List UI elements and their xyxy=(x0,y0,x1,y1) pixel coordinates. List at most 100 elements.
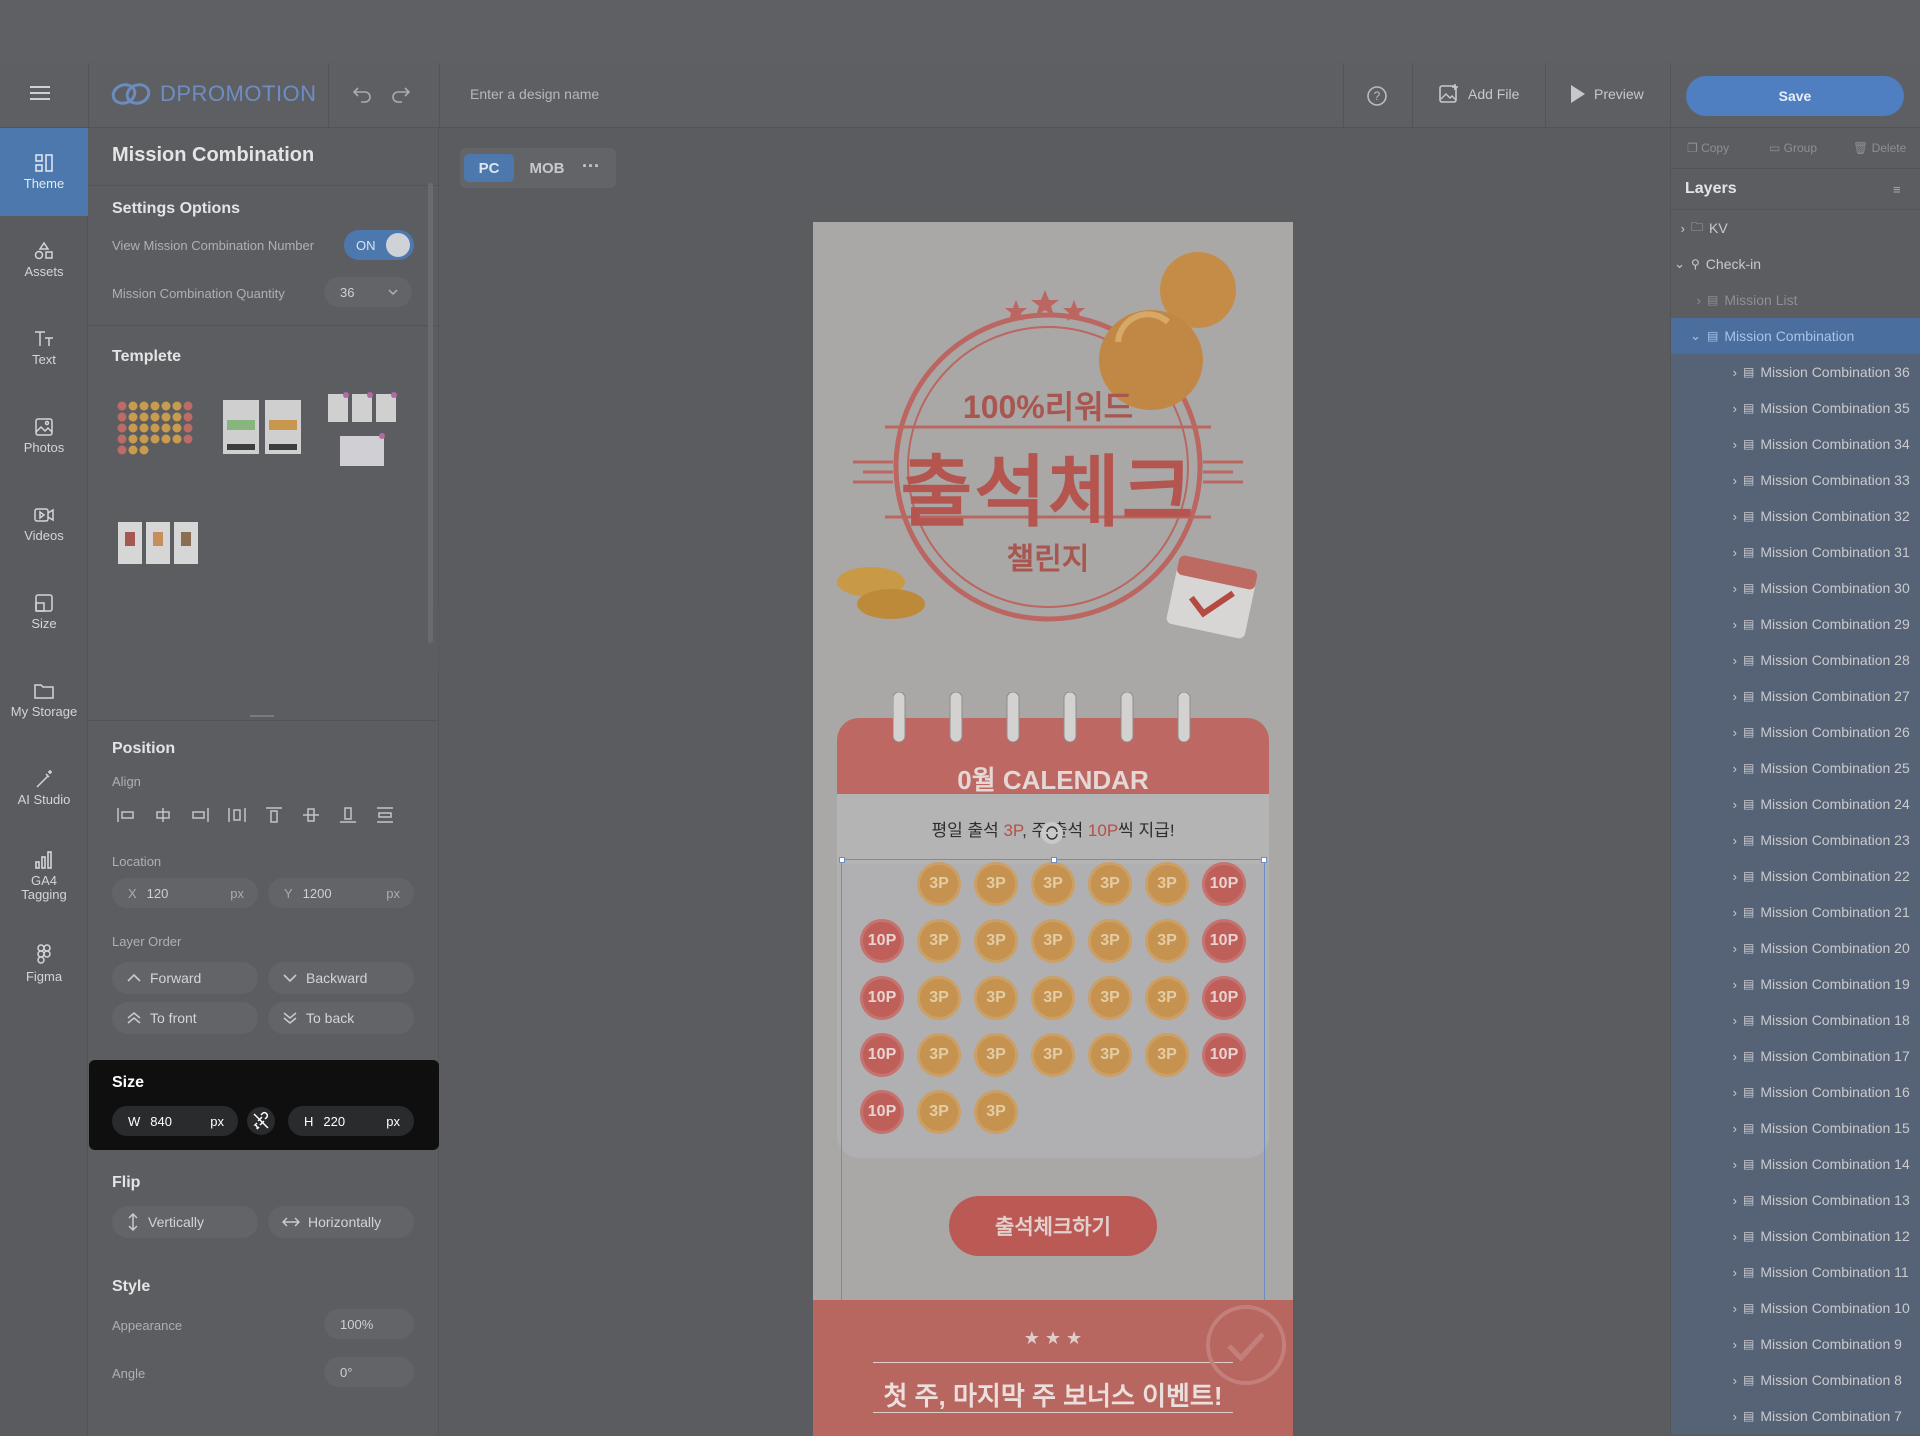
layer-item[interactable]: › ▤ Mission Combination 27 xyxy=(1671,678,1920,714)
panel-scrollbar[interactable] xyxy=(428,183,433,643)
chevron-icon[interactable]: › xyxy=(1671,725,1743,740)
forward-button[interactable]: Forward xyxy=(112,962,258,994)
layer-item[interactable]: › ▤ Mission Combination 7 xyxy=(1671,1398,1920,1434)
preview-button[interactable]: Preview xyxy=(1570,84,1644,104)
delete-button[interactable]: 🗑 Delete xyxy=(1853,141,1906,155)
drag-handle[interactable] xyxy=(250,715,274,717)
chevron-icon[interactable]: ⌄ xyxy=(1671,256,1691,272)
nav-size[interactable]: Size xyxy=(0,568,88,656)
layer-item[interactable]: › ▤ Mission Combination 11 xyxy=(1671,1254,1920,1290)
menu-icon[interactable] xyxy=(30,85,50,106)
layer-item[interactable]: › ▤ Mission Combination 13 xyxy=(1671,1182,1920,1218)
chevron-icon[interactable]: › xyxy=(1671,797,1743,812)
chevron-icon[interactable]: › xyxy=(1671,509,1743,524)
nav-figma[interactable]: Figma xyxy=(0,920,88,1008)
chevron-icon[interactable]: › xyxy=(1671,365,1743,380)
chevron-icon[interactable]: › xyxy=(1671,1157,1743,1172)
layer-item[interactable]: › ▤ Mission Combination 25 xyxy=(1671,750,1920,786)
group-button[interactable]: ▭ Group xyxy=(1769,141,1817,155)
layer-item[interactable]: › ▤ Mission Combination 24 xyxy=(1671,786,1920,822)
chevron-icon[interactable]: › xyxy=(1671,1085,1743,1100)
distribute-v-icon[interactable] xyxy=(375,806,395,824)
nav-ga4-tagging[interactable]: GA4 Tagging xyxy=(0,832,88,920)
chevron-icon[interactable]: › xyxy=(1671,581,1743,596)
layer-item[interactable]: › ▤ Mission Combination 31 xyxy=(1671,534,1920,570)
flip-horizontal-button[interactable]: Horizontally xyxy=(268,1206,414,1238)
layer-item[interactable]: › ▤ Mission Combination 17 xyxy=(1671,1038,1920,1074)
save-button[interactable]: Save xyxy=(1686,76,1904,116)
chevron-icon[interactable]: › xyxy=(1671,905,1743,920)
chevron-icon[interactable]: › xyxy=(1671,221,1691,236)
template-thumb-mixed[interactable] xyxy=(326,392,402,472)
layer-item[interactable]: › ▤ Mission Combination 28 xyxy=(1671,642,1920,678)
brand-logo[interactable]: DPROMOTION xyxy=(110,81,317,107)
layer-item[interactable]: › ▤ Mission Combination 12 xyxy=(1671,1218,1920,1254)
layer-item[interactable]: › ▤ Mission Combination 22 xyxy=(1671,858,1920,894)
distribute-h-icon[interactable] xyxy=(227,806,247,824)
backward-button[interactable]: Backward xyxy=(268,962,414,994)
appearance-input[interactable]: 100% xyxy=(324,1309,414,1339)
template-thumb-cards[interactable] xyxy=(221,398,305,458)
layer-item[interactable]: › ▤ Mission Combination 8 xyxy=(1671,1362,1920,1398)
align-center-h-icon[interactable] xyxy=(153,806,173,824)
nav-assets[interactable]: Assets xyxy=(0,216,88,304)
template-thumb-products[interactable] xyxy=(116,520,200,568)
angle-input[interactable]: 0° xyxy=(324,1357,414,1387)
layer-item[interactable]: › ▤ Mission Combination 35 xyxy=(1671,390,1920,426)
chevron-icon[interactable]: › xyxy=(1671,869,1743,884)
layer-item[interactable]: › ▤ Mission List xyxy=(1671,282,1920,318)
to-front-button[interactable]: To front xyxy=(112,1002,258,1034)
chevron-icon[interactable]: › xyxy=(1671,689,1743,704)
align-left-icon[interactable] xyxy=(116,806,136,824)
chevron-icon[interactable]: › xyxy=(1671,401,1743,416)
chevron-icon[interactable]: › xyxy=(1671,1265,1743,1280)
tab-mob[interactable]: MOB xyxy=(522,154,572,182)
chevron-icon[interactable]: › xyxy=(1671,545,1743,560)
design-name-input[interactable]: Enter a design name xyxy=(470,86,599,102)
chevron-icon[interactable]: › xyxy=(1671,653,1743,668)
layer-item[interactable]: › ▤ Mission Combination 30 xyxy=(1671,570,1920,606)
layer-item[interactable]: › ▤ Mission Combination 23 xyxy=(1671,822,1920,858)
layer-item[interactable]: › ▤ Mission Combination 34 xyxy=(1671,426,1920,462)
layer-item[interactable]: › ▤ Mission Combination 21 xyxy=(1671,894,1920,930)
nav-theme[interactable]: Theme xyxy=(0,128,88,216)
layer-item[interactable]: › ▤ Mission Combination 14 xyxy=(1671,1146,1920,1182)
layer-item[interactable]: › ▤ Mission Combination 18 xyxy=(1671,1002,1920,1038)
redo-icon[interactable] xyxy=(391,85,411,108)
nav-my-storage[interactable]: My Storage xyxy=(0,656,88,744)
chevron-icon[interactable]: › xyxy=(1671,1229,1743,1244)
layer-item[interactable]: › ▤ Mission Combination 15 xyxy=(1671,1110,1920,1146)
chevron-icon[interactable]: › xyxy=(1671,833,1743,848)
help-icon[interactable]: ? xyxy=(1366,85,1388,112)
layer-item[interactable]: › 🗀 KV xyxy=(1671,210,1920,246)
more-icon[interactable]: ··· xyxy=(582,156,600,177)
undo-icon[interactable] xyxy=(352,85,372,108)
view-number-toggle[interactable]: ON xyxy=(344,230,414,260)
layer-item[interactable]: › ▤ Mission Combination 26 xyxy=(1671,714,1920,750)
x-input[interactable]: X 120 px xyxy=(112,878,258,908)
align-middle-v-icon[interactable] xyxy=(301,806,321,824)
layer-item[interactable]: ⌄ ▤ Mission Combination xyxy=(1671,318,1920,354)
copy-button[interactable]: ❐ Copy xyxy=(1687,141,1729,155)
chevron-icon[interactable]: › xyxy=(1671,761,1743,776)
chevron-icon[interactable]: › xyxy=(1671,1193,1743,1208)
to-back-button[interactable]: To back xyxy=(268,1002,414,1034)
nav-ai-studio[interactable]: AI Studio xyxy=(0,744,88,832)
nav-text[interactable]: Text xyxy=(0,304,88,392)
chevron-icon[interactable]: › xyxy=(1671,437,1743,452)
chevron-icon[interactable]: › xyxy=(1671,617,1743,632)
rotate-handle-icon[interactable] xyxy=(1041,822,1063,844)
layer-item[interactable]: › ▤ Mission Combination 33 xyxy=(1671,462,1920,498)
y-input[interactable]: Y 1200 px xyxy=(268,878,414,908)
chevron-icon[interactable]: › xyxy=(1671,1337,1743,1352)
layer-item[interactable]: › ▤ Mission Combination 29 xyxy=(1671,606,1920,642)
tab-pc[interactable]: PC xyxy=(464,154,514,182)
layer-item[interactable]: › ▤ Mission Combination 9 xyxy=(1671,1326,1920,1362)
chevron-icon[interactable]: › xyxy=(1671,977,1743,992)
flip-vertical-button[interactable]: Vertically xyxy=(112,1206,258,1238)
add-file-button[interactable]: Add File xyxy=(1438,83,1519,105)
template-thumb-coins[interactable] xyxy=(116,400,200,464)
layer-item[interactable]: › ▤ Mission Combination 32 xyxy=(1671,498,1920,534)
artboard[interactable]: 100%리워드 출석체크 챌린지 0월 CALENDAR 평일 출석 3P, 주… xyxy=(813,222,1293,1436)
nav-photos[interactable]: Photos xyxy=(0,392,88,480)
